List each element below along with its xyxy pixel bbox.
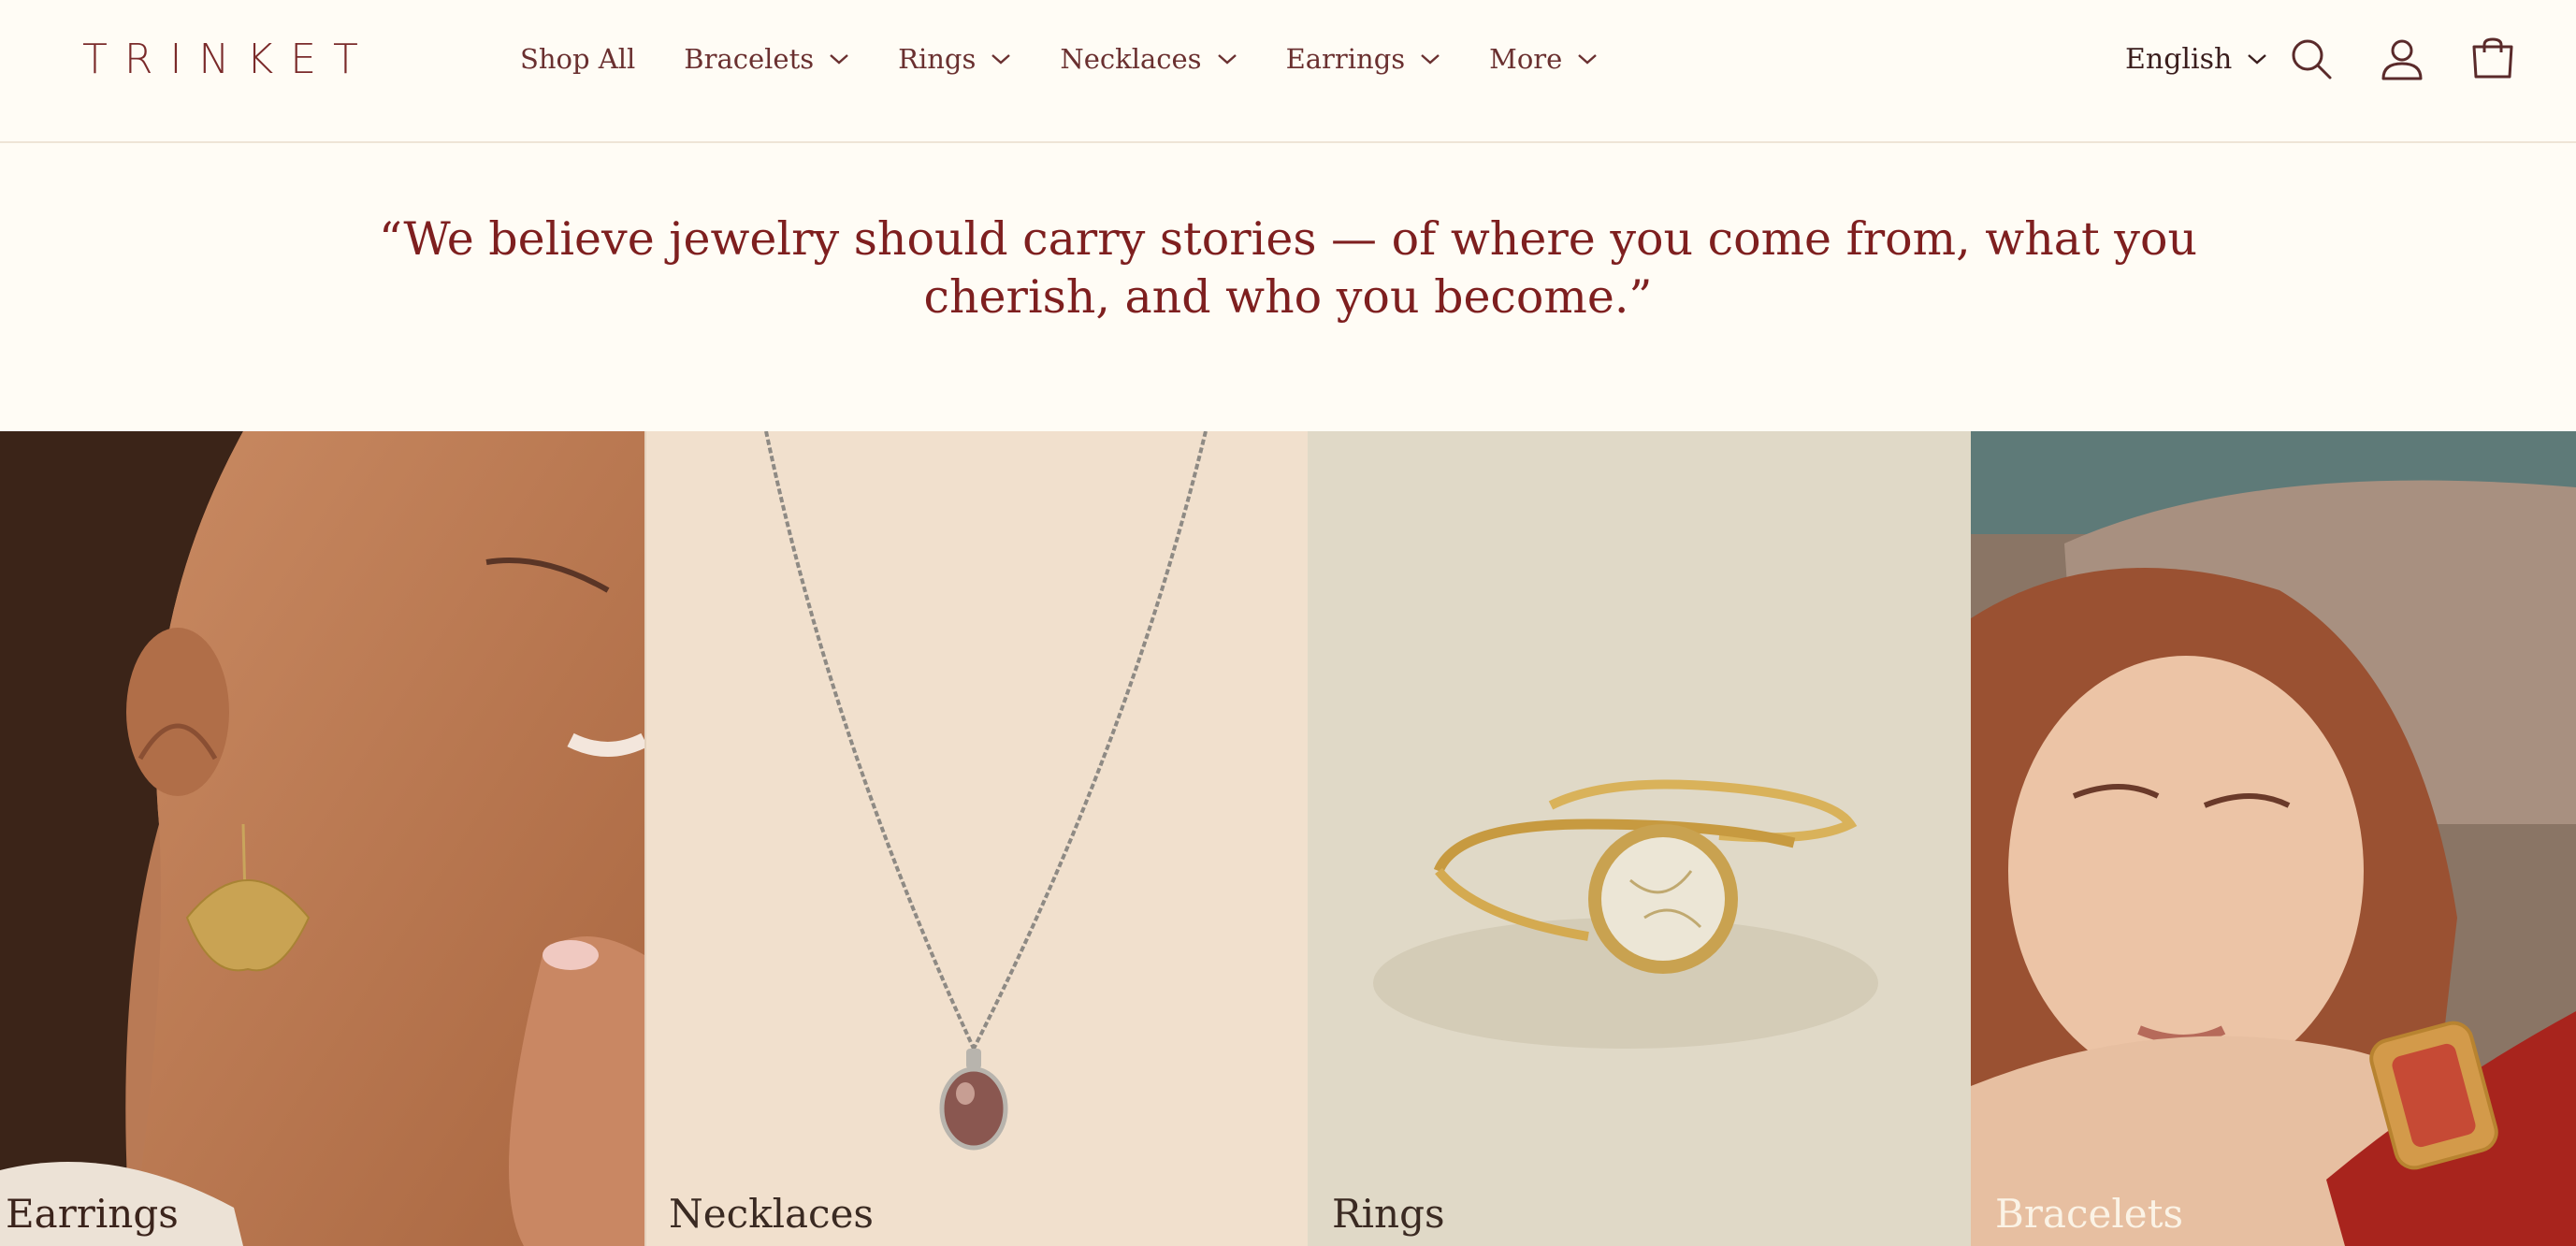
nav-label: Shop All	[520, 43, 636, 75]
account-icon[interactable]	[2379, 36, 2425, 82]
chevron-down-icon	[1421, 54, 1440, 65]
nav-label: More	[1489, 43, 1563, 75]
necklaces-image	[644, 431, 1308, 1246]
chevron-down-icon	[1578, 54, 1598, 65]
collection-label: Rings	[1332, 1191, 1445, 1237]
nav-item-bracelets[interactable]: Bracelets	[684, 43, 849, 75]
rings-image	[1308, 431, 1971, 1246]
nav-label: Earrings	[1285, 43, 1406, 75]
language-selector[interactable]: English	[2125, 34, 2267, 84]
nav-label: Rings	[898, 43, 977, 75]
chevron-down-icon	[991, 54, 1011, 65]
main-nav: Shop All Bracelets Rings Necklaces Earri…	[520, 34, 1646, 84]
chevron-down-icon	[2248, 54, 2267, 65]
search-icon[interactable]	[2288, 36, 2335, 82]
bracelets-image	[1971, 431, 2576, 1246]
cart-icon[interactable]	[2469, 36, 2516, 82]
collection-tile-earrings[interactable]: Earrings	[0, 431, 644, 1246]
collection-tile-bracelets[interactable]: Bracelets	[1971, 431, 2576, 1246]
brand-logo[interactable]: TRINKET	[82, 32, 375, 88]
nav-item-necklaces[interactable]: Necklaces	[1060, 43, 1237, 75]
nav-label: Necklaces	[1060, 43, 1202, 75]
language-label: English	[2125, 42, 2233, 76]
collection-label: Bracelets	[1995, 1191, 2184, 1237]
site-header: TRINKET Shop All Bracelets Rings Necklac…	[0, 0, 2576, 143]
nav-item-more[interactable]: More	[1489, 43, 1598, 75]
nav-item-shop-all[interactable]: Shop All	[520, 43, 635, 75]
chevron-down-icon	[830, 54, 848, 65]
collection-tile-rings[interactable]: Rings	[1308, 431, 1971, 1246]
brand-quote: “We believe jewelry should carry stories…	[0, 210, 2576, 326]
chevron-down-icon	[1217, 54, 1237, 65]
earrings-image	[0, 431, 644, 1246]
collection-grid: Earrings Necklaces Rings Bracelets	[0, 431, 2576, 1246]
nav-item-rings[interactable]: Rings	[898, 43, 1011, 75]
nav-label: Bracelets	[684, 43, 815, 75]
quote-line: cherish, and who you become.”	[923, 270, 1653, 324]
quote-line: “We believe jewelry should carry stories…	[378, 212, 2198, 266]
nav-item-earrings[interactable]: Earrings	[1286, 43, 1441, 75]
collection-tile-necklaces[interactable]: Necklaces	[644, 431, 1308, 1246]
collection-label: Necklaces	[669, 1191, 874, 1237]
collection-label: Earrings	[6, 1191, 179, 1237]
